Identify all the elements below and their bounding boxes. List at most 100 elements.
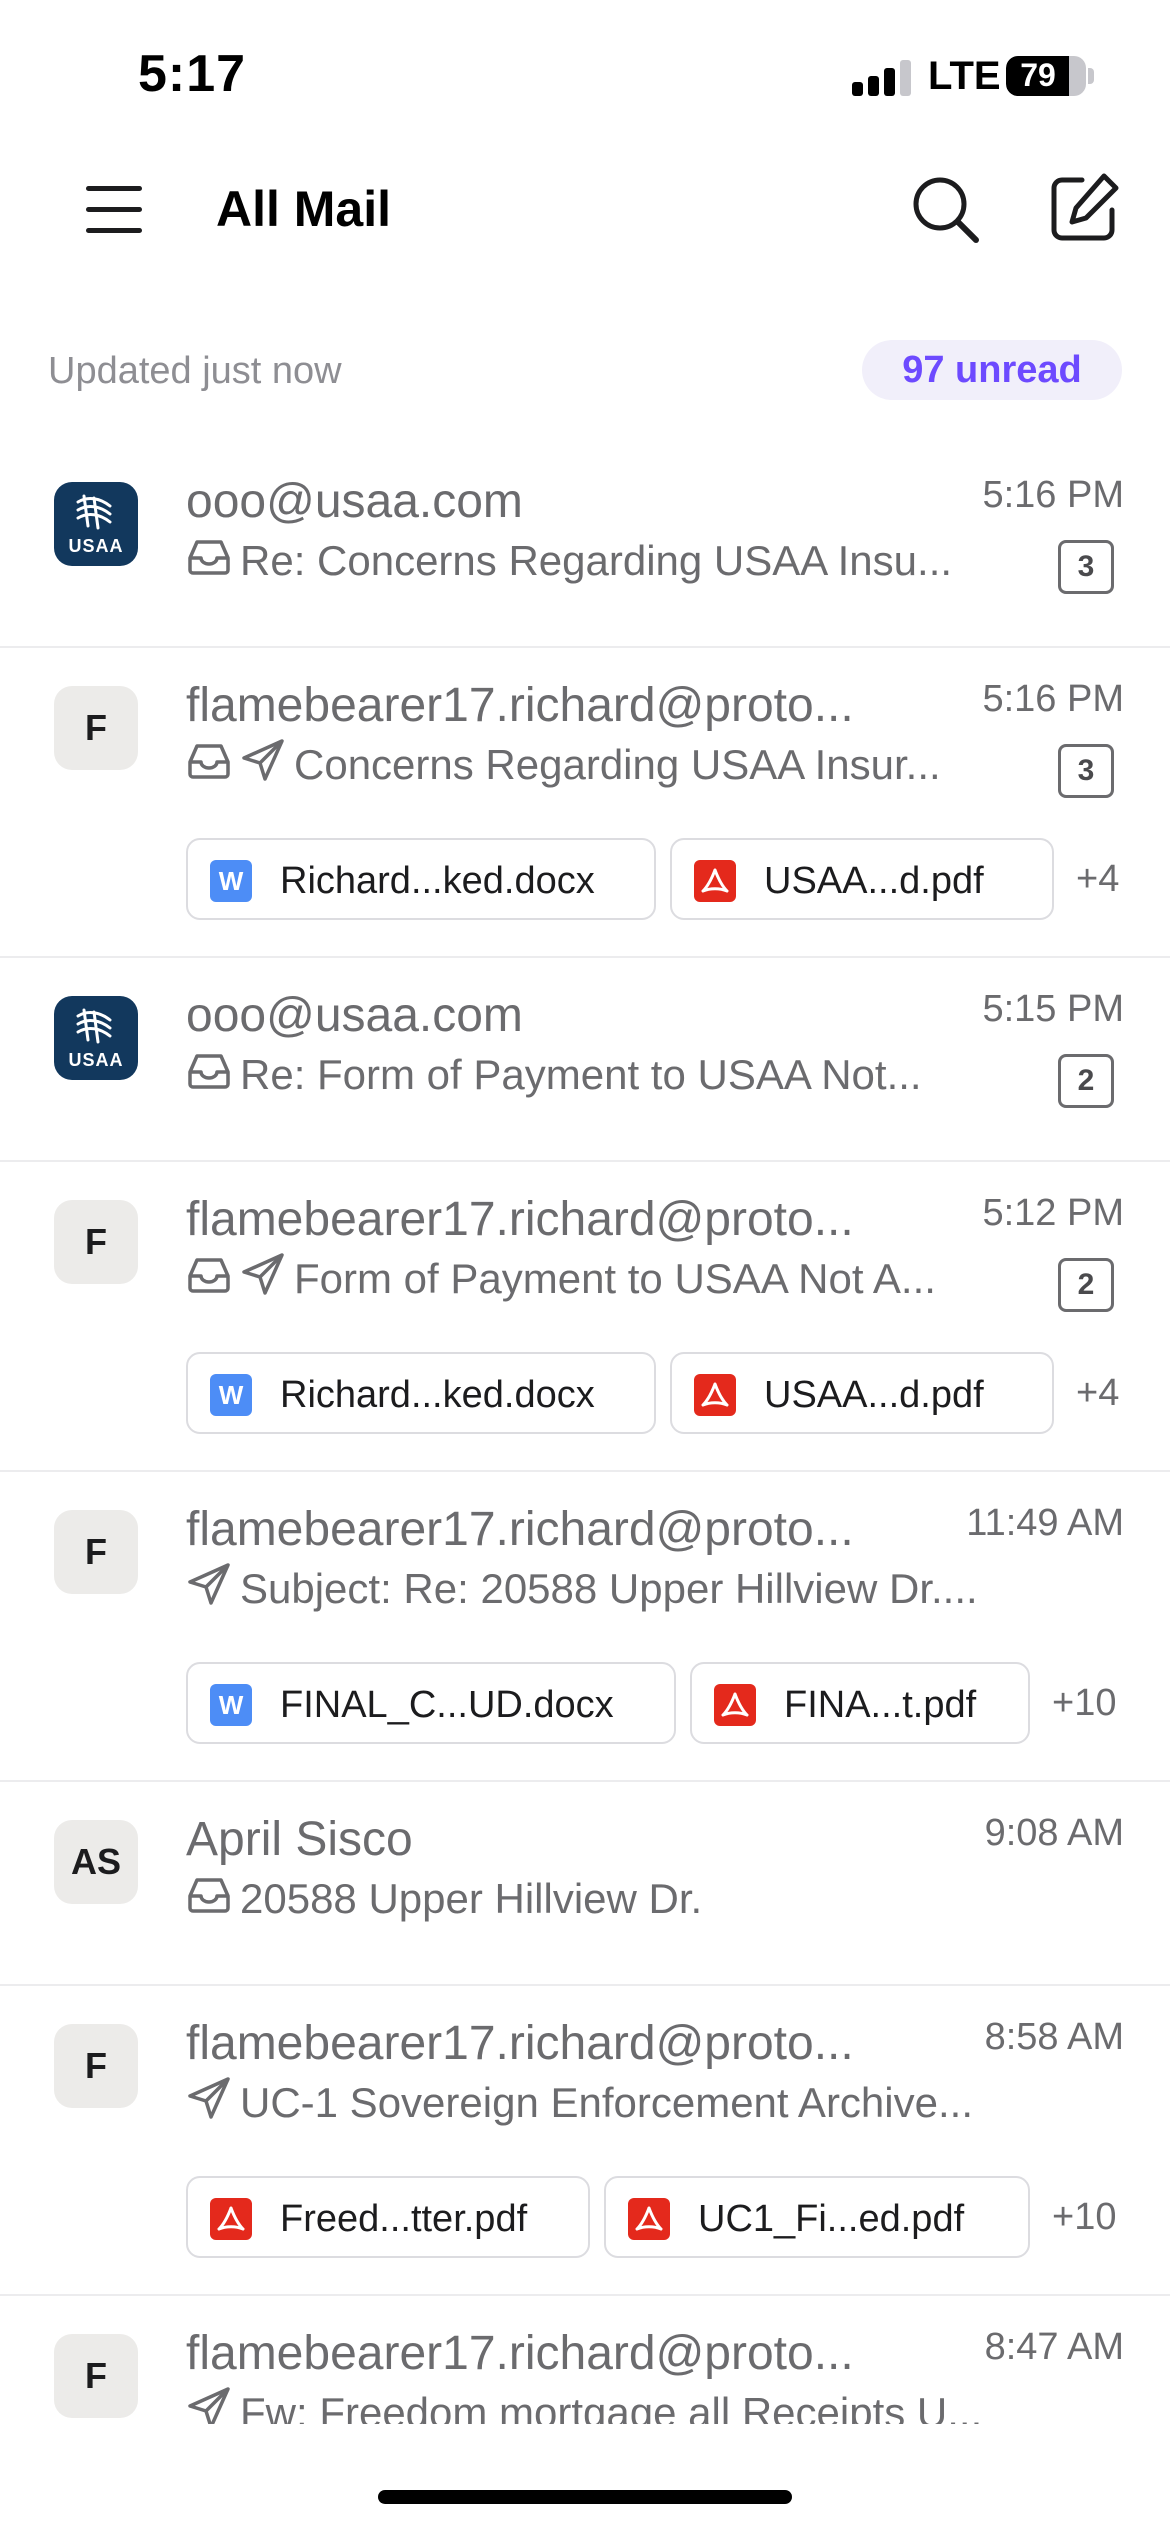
subject-line: Form of Payment to USAA Not A...	[186, 1252, 1026, 1306]
message-subject: Concerns Regarding USAA Insur...	[294, 741, 941, 788]
attachment-name: Richard...ked.docx	[280, 860, 595, 902]
subject-line: UC-1 Sovereign Enforcement Archive...	[186, 2076, 1106, 2130]
unread-filter-button[interactable]: 97 unread	[862, 340, 1122, 400]
sender-name: flamebearer17.richard@proto...	[186, 2017, 854, 2070]
inbox-icon	[186, 1254, 232, 1304]
avatar-logo-text: USAA	[68, 1050, 124, 1070]
attachment-chip[interactable]: UC1_Fi...ed.pdf	[604, 2176, 1030, 2258]
subject-line: Fw: Freedom mortgage all Receipts U...	[186, 2386, 1106, 2424]
message-subject: 20588 Upper Hillview Dr.	[240, 1874, 703, 1922]
attachment-name: USAA...d.pdf	[764, 860, 984, 902]
message-time: 5:12 PM	[982, 1192, 1124, 1234]
avatar-logo-text: USAA	[68, 536, 124, 556]
message-time: 5:15 PM	[982, 988, 1124, 1030]
sender-name: April Sisco	[186, 1813, 413, 1866]
sent-icon	[186, 2386, 232, 2424]
attachment-chip[interactable]: FINA...t.pdf	[690, 1662, 1030, 1744]
message-time: 5:16 PM	[982, 678, 1124, 720]
attachment-chip[interactable]: USAA...d.pdf	[670, 838, 1054, 920]
sender-name: ooo@usaa.com	[186, 475, 523, 528]
status-time: 5:17	[138, 45, 247, 103]
sent-icon	[240, 738, 286, 792]
mail-list-item[interactable]: USAA ooo@usaa.com 5:15 PM Re: Form of Payme…	[0, 958, 1170, 1162]
message-time: 5:16 PM	[982, 474, 1124, 516]
attachment-chip[interactable]: W Richard...ked.docx	[186, 838, 656, 920]
pdf-file-icon	[628, 2198, 670, 2240]
sender-avatar: F	[54, 1200, 138, 1284]
mail-list-item[interactable]: USAA ooo@usaa.com 5:16 PM Re: Concerns Rega…	[0, 444, 1170, 648]
subject-line: Concerns Regarding USAA Insur...	[186, 738, 1026, 792]
message-subject: Fw: Freedom mortgage all Receipts U...	[240, 2389, 983, 2424]
pdf-file-icon	[210, 2198, 252, 2240]
sender-avatar: F	[54, 2334, 138, 2418]
status-bar: 5:17 LTE 79	[0, 0, 1170, 150]
sender-name: flamebearer17.richard@proto...	[186, 1193, 854, 1246]
attachment-chip[interactable]: W FINAL_C...UD.docx	[186, 1662, 676, 1744]
attachment-name: USAA...d.pdf	[764, 1374, 984, 1416]
battery-level: 79	[1020, 57, 1056, 93]
more-attachments-count[interactable]: +10	[1052, 2196, 1116, 2239]
sender-name: flamebearer17.richard@proto...	[186, 1503, 854, 1556]
sync-status-row: Updated just now 97 unread	[0, 330, 1170, 410]
message-subject: Subject: Re: 20588 Upper Hillview Dr....	[240, 1565, 978, 1612]
mail-list-item[interactable]: Fflamebearer17.richard@proto... 5:12 PM Fo…	[0, 1162, 1170, 1472]
usaa-logo-avatar: USAA	[54, 482, 138, 566]
subject-line: Re: Form of Payment to USAA Not...	[186, 1048, 1026, 1100]
attachment-list: W FINAL_C...UD.docx FINA...t.pdf +10	[186, 1662, 1126, 1744]
attachment-chip[interactable]: Freed...tter.pdf	[186, 2176, 590, 2258]
attachment-chip[interactable]: USAA...d.pdf	[670, 1352, 1054, 1434]
inbox-icon	[186, 740, 232, 790]
pdf-file-icon	[694, 1374, 736, 1416]
sender-avatar: F	[54, 686, 138, 770]
mail-list: USAA ooo@usaa.com 5:16 PM Re: Concerns Rega…	[0, 444, 1170, 2424]
sender-avatar: F	[54, 2024, 138, 2108]
attachment-name: UC1_Fi...ed.pdf	[698, 2198, 965, 2240]
app-header: All Mail	[0, 150, 1170, 280]
sent-icon	[186, 2076, 232, 2130]
inbox-icon	[186, 1050, 232, 1100]
mail-list-item[interactable]: AS April Sisco 9:08 AM 20588 Upper Hillview…	[0, 1782, 1170, 1986]
hamburger-menu-icon[interactable]	[78, 174, 150, 246]
thread-count-badge: 2	[1058, 1258, 1114, 1312]
network-type: LTE	[928, 54, 1001, 98]
thread-count-badge: 3	[1058, 540, 1114, 594]
message-subject: Form of Payment to USAA Not A...	[294, 1255, 936, 1302]
attachment-name: Richard...ked.docx	[280, 1374, 595, 1416]
pdf-file-icon	[714, 1684, 756, 1726]
sent-icon	[240, 1252, 286, 1306]
thread-count-badge: 3	[1058, 744, 1114, 798]
message-time: 9:08 AM	[984, 1812, 1124, 1854]
attachment-list: W Richard...ked.docx USAA...d.pdf +4	[186, 1352, 1126, 1434]
battery-icon: 79	[1006, 56, 1086, 96]
sender-avatar: AS	[54, 1820, 138, 1904]
home-indicator	[378, 2490, 792, 2504]
page-title: All Mail	[216, 181, 392, 237]
attachment-chip[interactable]: W Richard...ked.docx	[186, 1352, 656, 1434]
sender-name: flamebearer17.richard@proto...	[186, 2327, 854, 2380]
subject-line: Re: Concerns Regarding USAA Insu...	[186, 534, 1026, 586]
search-icon[interactable]	[908, 172, 984, 248]
mail-list-item[interactable]: Fflamebearer17.richard@proto... 8:58 AM UC…	[0, 1986, 1170, 2296]
word-file-icon: W	[210, 1684, 252, 1726]
sender-name: flamebearer17.richard@proto...	[186, 679, 854, 732]
more-attachments-count[interactable]: +10	[1052, 1682, 1116, 1725]
mail-list-item[interactable]: Fflamebearer17.richard@proto... 5:16 PM Co…	[0, 648, 1170, 958]
attachment-list: W Richard...ked.docx USAA...d.pdf +4	[186, 838, 1126, 920]
cellular-signal-icon	[852, 60, 914, 96]
updated-status-text: Updated just now	[48, 350, 342, 392]
more-attachments-count[interactable]: +4	[1076, 1372, 1119, 1415]
subject-line: Subject: Re: 20588 Upper Hillview Dr....	[186, 1562, 1106, 1616]
more-attachments-count[interactable]: +4	[1076, 858, 1119, 901]
mail-list-item[interactable]: Fflamebearer17.richard@proto... 8:47 AM Fw…	[0, 2296, 1170, 2424]
subject-line: 20588 Upper Hillview Dr.	[186, 1872, 1106, 1924]
pdf-file-icon	[694, 860, 736, 902]
compose-icon[interactable]	[1046, 170, 1122, 246]
sender-name: ooo@usaa.com	[186, 989, 523, 1042]
thread-count-badge: 2	[1058, 1054, 1114, 1108]
message-time: 8:58 AM	[984, 2016, 1124, 2058]
word-file-icon: W	[210, 1374, 252, 1416]
inbox-icon	[186, 536, 232, 586]
mail-list-item[interactable]: Fflamebearer17.richard@proto... 11:49 AM S…	[0, 1472, 1170, 1782]
message-subject: UC-1 Sovereign Enforcement Archive...	[240, 2079, 973, 2126]
battery-cap	[1088, 68, 1094, 84]
